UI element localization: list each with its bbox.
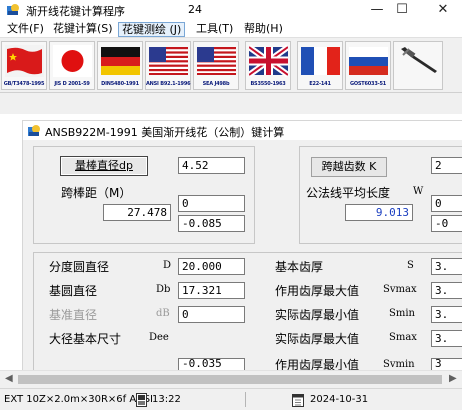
over-pin-lower-deviation[interactable]: -0.085	[178, 215, 245, 232]
status-date: 2024-10-31	[310, 394, 369, 405]
standard-ansi-button[interactable]: ANSI B92.1-1996	[145, 41, 191, 90]
param-symbol-base-diameter: Db	[156, 284, 171, 295]
standard-sea-button[interactable]: SEA J498b	[193, 41, 239, 90]
param-label-effective-thickness-max: 作用齿厚最大值	[275, 284, 360, 298]
over-pin-distance-label: 跨棒距（M）	[61, 186, 132, 200]
standard-jis-button[interactable]: JIS D 2001-59	[49, 41, 95, 90]
param-label-major-diameter: 大径基本尺寸	[49, 332, 122, 346]
scroll-left-icon[interactable]: ◀	[5, 373, 13, 384]
standard-ansi-label: ANSI B92.1-1996	[146, 81, 191, 87]
param-symbol-actual-thickness-max: Smax	[389, 332, 417, 343]
param-label-actual-thickness-max: 实际齿厚最大值	[275, 332, 360, 346]
flag-russia-icon	[349, 47, 388, 75]
menu-spline-calc[interactable]: 花键计算(S)	[50, 22, 116, 37]
param-value-basic-thickness[interactable]: 3.	[431, 258, 462, 275]
standard-gost-label: GOST6033-51	[349, 81, 387, 87]
over-pin-distance-value: 27.478	[103, 204, 171, 221]
param-value-base-diameter[interactable]: 17.321	[178, 282, 245, 299]
param-label-base-diameter: 基圆直径	[49, 284, 98, 298]
standard-bs-label: BS3550-1963	[250, 81, 286, 87]
param-value-actual-thickness-min[interactable]: 3.	[431, 306, 462, 323]
param-symbol-basic-thickness: S	[407, 260, 414, 271]
toolbar: GB/T3478-1995 JIS D 2001-59 DIN5480-1991	[0, 38, 462, 93]
common-normal-upper-deviation[interactable]: 0	[431, 195, 462, 212]
app-icon	[7, 4, 19, 15]
param-value-effective-thickness-min[interactable]: 3	[431, 358, 462, 370]
common-normal-label: 公法线平均长度	[306, 186, 391, 200]
param-symbol-effective-thickness-min: Svmin	[383, 359, 415, 370]
span-teeth-input[interactable]: 2	[431, 157, 462, 174]
param-label-effective-thickness-min: 作用齿厚最小值	[275, 358, 360, 370]
param-symbol-major-diameter: Dee	[149, 332, 169, 343]
flag-japan-icon	[53, 45, 92, 77]
param-label-actual-thickness-min: 实际齿厚最小值	[275, 308, 360, 322]
child-window-titlebar[interactable]: ANSB922M-1991 美国渐开线花（公制）键计算	[22, 120, 462, 140]
param-symbol-effective-thickness-max: Svmax	[383, 284, 417, 295]
title-bar: 渐开线花键计算程序 24 — ☐ ✕	[0, 0, 462, 20]
param-label-pitch-diameter: 分度圆直径	[49, 260, 110, 274]
measure-pin-diameter-input[interactable]: 4.52	[178, 157, 245, 174]
clock-icon	[136, 393, 147, 407]
flag-uk-icon	[249, 45, 288, 77]
scroll-right-icon[interactable]: ▶	[449, 373, 457, 384]
standard-din-button[interactable]: DIN5480-1991	[97, 41, 143, 90]
menu-spline-measure[interactable]: 花键测绘 (J)	[118, 22, 186, 37]
caliper-tool-button[interactable]	[393, 41, 443, 90]
standard-gb-button[interactable]: GB/T3478-1995	[1, 41, 47, 90]
standard-nf-label: E22-141	[309, 81, 331, 87]
param-symbol-actual-thickness-min: Smin	[389, 308, 415, 319]
standard-gb-label: GB/T3478-1995	[3, 81, 45, 87]
window-title-number: 24	[188, 3, 202, 16]
param-value-datum-diameter[interactable]: 0	[178, 306, 245, 323]
param-symbol-datum-diameter: dB	[156, 308, 170, 319]
horizontal-scrollbar[interactable]: ◀ ▶	[0, 370, 462, 387]
maximize-button[interactable]: ☐	[385, 0, 419, 20]
common-normal-lower-deviation[interactable]: -0	[431, 215, 462, 232]
status-time: 13:22	[152, 394, 181, 405]
standard-sea-label: SEA J498b	[202, 81, 230, 87]
status-bar: EXT 10Z×2.0m×30R×6f ANSI 13:22 2024-10-3…	[0, 388, 462, 410]
flag-usa-icon	[149, 47, 188, 75]
menu-help[interactable]: 帮助(H)	[241, 22, 286, 37]
standard-nf-button[interactable]: E22-141	[297, 41, 343, 90]
flag-china-icon	[5, 45, 44, 77]
param-label-datum-diameter: 基准直径	[49, 308, 98, 322]
calc-form: 量棒直径dp 4.52 跨棒距（M） 27.478 0 -0.085 跨越齿数 …	[22, 140, 462, 378]
standard-bs-button[interactable]: BS3550-1963	[245, 41, 291, 90]
major-diameter-deviation[interactable]: -0.035	[178, 358, 245, 370]
window-title: 渐开线花键计算程序	[26, 5, 125, 18]
status-spline-spec: EXT 10Z×2.0m×30R×6f ANSI	[4, 394, 153, 405]
scroll-thumb[interactable]	[18, 375, 442, 384]
over-pin-upper-deviation[interactable]: 0	[178, 195, 245, 212]
menu-tools[interactable]: 工具(T)	[193, 22, 236, 37]
flag-france-icon	[301, 47, 340, 75]
close-button[interactable]: ✕	[426, 0, 460, 20]
param-value-effective-thickness-max[interactable]: 3.	[431, 282, 462, 299]
measure-pin-diameter-button[interactable]: 量棒直径dp	[60, 156, 148, 176]
common-normal-value: 9.013	[345, 204, 413, 221]
flag-usa-icon	[197, 47, 236, 75]
param-value-pitch-diameter[interactable]: 20.000	[178, 258, 245, 275]
param-label-basic-thickness: 基本齿厚	[275, 260, 324, 274]
param-value-actual-thickness-max[interactable]: 3.	[431, 330, 462, 347]
common-normal-symbol: W	[413, 186, 424, 197]
caliper-tool-icon	[401, 47, 437, 73]
calendar-icon	[292, 394, 304, 407]
menu-file[interactable]: 文件(F)	[4, 22, 47, 37]
span-teeth-button[interactable]: 跨越齿数 K	[311, 157, 387, 177]
standard-gost-button[interactable]: GOST6033-51	[345, 41, 391, 90]
menu-bar: 文件(F) 花键计算(S) 花键测绘 (J) 工具(T) 帮助(H)	[0, 20, 462, 38]
child-window-title: ANSB922M-1991 美国渐开线花（公制）键计算	[45, 126, 285, 139]
standard-jis-label: JIS D 2001-59	[54, 81, 90, 87]
child-window-icon	[28, 125, 40, 136]
standard-din-label: DIN5480-1991	[101, 81, 139, 87]
flag-germany-icon	[101, 47, 140, 75]
param-symbol-pitch-diameter: D	[163, 260, 172, 271]
